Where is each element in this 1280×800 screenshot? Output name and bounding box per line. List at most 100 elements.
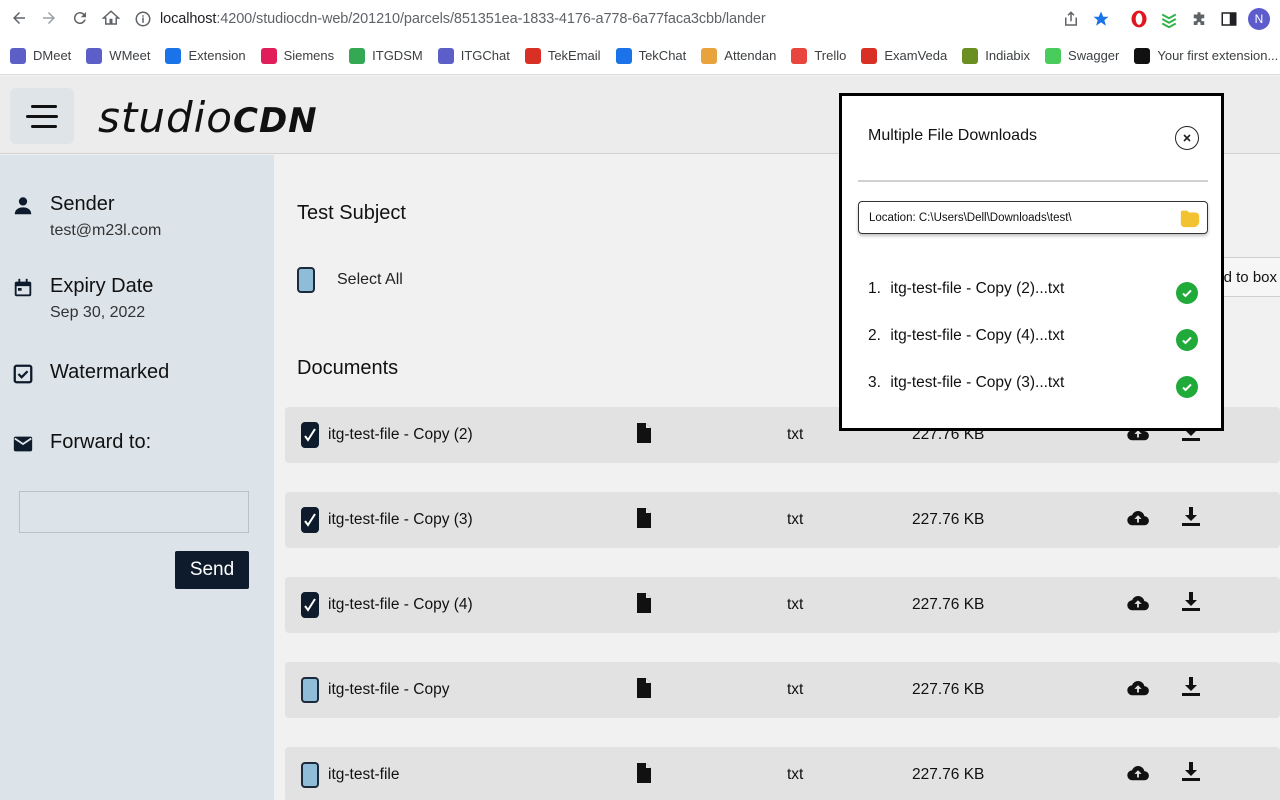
- home-button[interactable]: [96, 3, 126, 33]
- arrow-left-icon: [13, 12, 25, 24]
- file-icon: [637, 593, 651, 613]
- folder-icon[interactable]: [1179, 207, 1201, 229]
- document-type: txt: [787, 596, 804, 613]
- bookmark-label: WMeet: [109, 48, 151, 63]
- share-button[interactable]: [1056, 4, 1086, 34]
- document-size: 227.76 KB: [912, 681, 985, 698]
- document-checkbox[interactable]: [301, 677, 319, 703]
- download-location[interactable]: Location: C:\Users\Dell\Downloads\test\: [858, 201, 1208, 234]
- home-icon: [102, 10, 120, 25]
- download-item-number: 1.: [868, 280, 881, 297]
- dialog-divider: [858, 180, 1208, 182]
- layers-extension-button[interactable]: [1154, 4, 1184, 34]
- download-icon[interactable]: [1182, 507, 1200, 527]
- cloud-upload-icon[interactable]: [1127, 678, 1149, 698]
- bookmark-star-button[interactable]: [1086, 4, 1116, 34]
- bookmark-label: DMeet: [33, 48, 72, 63]
- document-name: itg-test-file - Copy (3): [328, 511, 473, 528]
- cloud-upload-icon[interactable]: [1127, 593, 1149, 613]
- bookmark-item[interactable]: TekChat: [615, 47, 686, 64]
- document-row[interactable]: itg-test-file - Copy txt 227.76 KB: [285, 662, 1280, 718]
- layers-icon: [1161, 13, 1177, 28]
- file-icon: [637, 508, 651, 528]
- bookmark-item[interactable]: Attendan: [701, 47, 776, 64]
- document-row[interactable]: itg-test-file txt 227.76 KB: [285, 747, 1280, 800]
- cloud-upload-icon[interactable]: [1127, 508, 1149, 528]
- expiry-label: Expiry Date: [50, 275, 154, 297]
- app-logo[interactable]: studioCDN: [98, 93, 318, 143]
- hamburger-menu-button[interactable]: [10, 88, 74, 144]
- arrow-right-icon: [43, 12, 55, 24]
- select-all-checkbox[interactable]: [297, 267, 315, 293]
- bookmark-item[interactable]: ITGDSM: [349, 47, 423, 64]
- check-circle-icon: [1176, 376, 1198, 398]
- close-button[interactable]: [1175, 126, 1199, 150]
- download-item-number: 3.: [868, 374, 881, 391]
- opera-extension-button[interactable]: [1124, 4, 1154, 34]
- bookmark-favicon-icon: [615, 47, 632, 64]
- share-icon: [1065, 11, 1077, 26]
- opera-icon: [1131, 10, 1147, 28]
- bookmark-label: Indiabix: [985, 48, 1031, 63]
- document-size: 227.76 KB: [912, 766, 985, 783]
- bookmark-favicon-icon: [861, 47, 878, 64]
- extensions-button[interactable]: [1184, 4, 1214, 34]
- bookmark-item[interactable]: DMeet: [10, 47, 72, 64]
- info-icon[interactable]: [134, 10, 152, 28]
- person-icon: [14, 197, 32, 215]
- download-icon[interactable]: [1182, 677, 1200, 697]
- download-item: 1. itg-test-file - Copy (2)...txt: [868, 280, 1064, 298]
- bookmark-item[interactable]: Indiabix: [962, 47, 1031, 64]
- bookmark-item[interactable]: Your first extension...: [1134, 47, 1278, 64]
- documents-title: Documents: [297, 357, 399, 379]
- document-checkbox[interactable]: [301, 592, 319, 618]
- document-name: itg-test-file - Copy (4): [328, 596, 473, 613]
- document-checkbox[interactable]: [301, 422, 319, 448]
- check-circle-icon: [1176, 282, 1198, 304]
- side-panel-icon: [1221, 12, 1237, 26]
- url-text: localhost:4200/studiocdn-web/201210/parc…: [160, 10, 766, 27]
- back-button[interactable]: [4, 3, 34, 33]
- bookmark-item[interactable]: Swagger: [1045, 47, 1120, 64]
- bookmark-label: ITGChat: [460, 48, 510, 63]
- close-icon: [1183, 134, 1191, 142]
- browser-toolbar: localhost:4200/studiocdn-web/201210/parc…: [0, 0, 1280, 37]
- bookmark-label: TekEmail: [547, 48, 601, 63]
- document-row[interactable]: itg-test-file - Copy (3) txt 227.76 KB: [285, 492, 1280, 548]
- send-button[interactable]: Send: [175, 551, 249, 589]
- expiry-value: Sep 30, 2022: [50, 304, 146, 321]
- forward-email-input[interactable]: [19, 491, 249, 533]
- bookmark-favicon-icon: [1134, 47, 1151, 64]
- bookmark-item[interactable]: ITGChat: [437, 47, 510, 64]
- sender-value: test@m23l.com: [50, 222, 162, 239]
- bookmark-label: ExamVeda: [884, 48, 948, 63]
- bookmark-item[interactable]: TekEmail: [524, 47, 601, 64]
- bookmark-favicon-icon: [165, 47, 182, 64]
- expiry-info: Expiry Date Sep 30, 2022: [12, 275, 153, 322]
- forward-button[interactable]: [34, 3, 64, 33]
- profile-button[interactable]: N: [1244, 4, 1274, 34]
- side-panel-button[interactable]: [1214, 4, 1244, 34]
- bookmark-item[interactable]: Extension: [165, 47, 246, 64]
- bookmark-favicon-icon: [260, 47, 277, 64]
- bookmark-item[interactable]: WMeet: [86, 47, 151, 64]
- bookmark-label: Siemens: [283, 48, 335, 63]
- checkmark-icon: [304, 513, 316, 527]
- document-checkbox[interactable]: [301, 762, 319, 788]
- sidebar: Sender test@m23l.com Expiry Date Sep 30,…: [0, 155, 274, 800]
- document-row[interactable]: itg-test-file - Copy (4) txt 227.76 KB: [285, 577, 1280, 633]
- download-icon[interactable]: [1182, 592, 1200, 612]
- bookmark-item[interactable]: Siemens: [260, 47, 335, 64]
- check-circle-icon: [1176, 329, 1198, 351]
- cloud-upload-icon[interactable]: [1127, 763, 1149, 783]
- download-icon[interactable]: [1182, 762, 1200, 782]
- address-bar[interactable]: localhost:4200/studiocdn-web/201210/parc…: [134, 5, 1114, 32]
- select-all-control[interactable]: Select All: [297, 267, 403, 293]
- bookmark-item[interactable]: ExamVeda: [861, 47, 948, 64]
- bookmark-item[interactable]: Trello: [791, 47, 846, 64]
- reload-button[interactable]: [65, 3, 95, 33]
- document-type: txt: [787, 426, 804, 443]
- bookmark-label: Swagger: [1068, 48, 1120, 63]
- document-checkbox[interactable]: [301, 507, 319, 533]
- checkmark-icon: [304, 428, 316, 442]
